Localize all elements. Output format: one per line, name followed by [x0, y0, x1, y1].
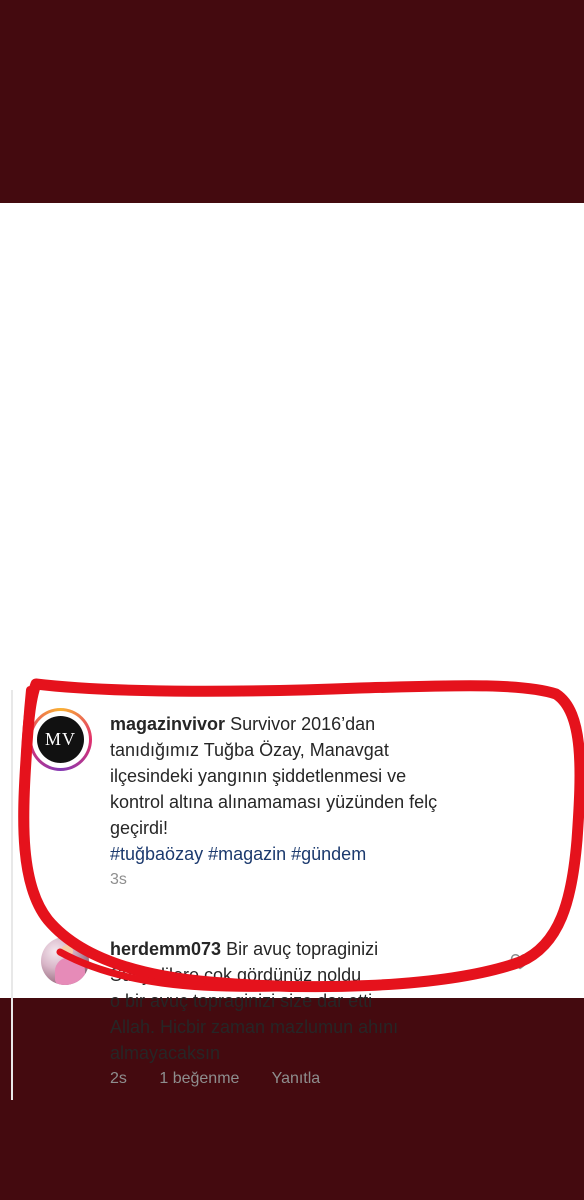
reply-line: Suriyelilere çok gördünüz noldu [110, 965, 362, 985]
reply-text: herdemm073 Bir avuç topraginizi Suriyeli… [110, 936, 470, 1066]
post-meta: 3s [110, 871, 155, 889]
author-avatar[interactable]: MV [29, 708, 92, 771]
reply-likes[interactable]: 1 beğenme [159, 1070, 239, 1087]
reply-author-username[interactable]: herdemm073 [110, 939, 221, 959]
reply-line: Bir avuç topraginizi [226, 939, 379, 959]
reply-meta: 2s 1 beğenme Yanıtla [110, 1070, 348, 1088]
caption-text: magazinvivor Survivor 2016’dan tanıdığım… [110, 711, 490, 867]
caption-line: tanıdığımız Tuğba Özay, Manavgat [110, 740, 389, 760]
caption-line: kontrol altına alınamaması yüzünden felç [110, 792, 438, 812]
reply-line: almayacaksın [110, 1043, 221, 1063]
reply-line: Allah. Hicbir zaman mazlumun ahını [110, 1017, 399, 1037]
post-time: 3s [110, 871, 127, 888]
caption-line: ilçesindeki yangının şiddetlenmesi ve [110, 766, 407, 786]
reply-line: o bir avuç topraginizi size dar etti [110, 991, 373, 1011]
caption-hashtags[interactable]: #tuğbaözay #magazin #gündem [110, 841, 490, 867]
avatar-initials: MV [37, 716, 84, 763]
heart-icon[interactable] [510, 951, 530, 971]
caption-line: geçirdi! [110, 818, 169, 838]
thread-line [11, 690, 13, 1100]
reply-avatar[interactable] [41, 937, 89, 985]
caption-line: Survivor 2016’dan [230, 714, 376, 734]
post-author-username[interactable]: magazinvivor [110, 714, 225, 734]
reply-button[interactable]: Yanıtla [272, 1070, 321, 1087]
comment-screenshot: MV magazinvivor Survivor 2016’dan tanıdı… [0, 203, 584, 1100]
reply-time: 2s [110, 1070, 127, 1087]
